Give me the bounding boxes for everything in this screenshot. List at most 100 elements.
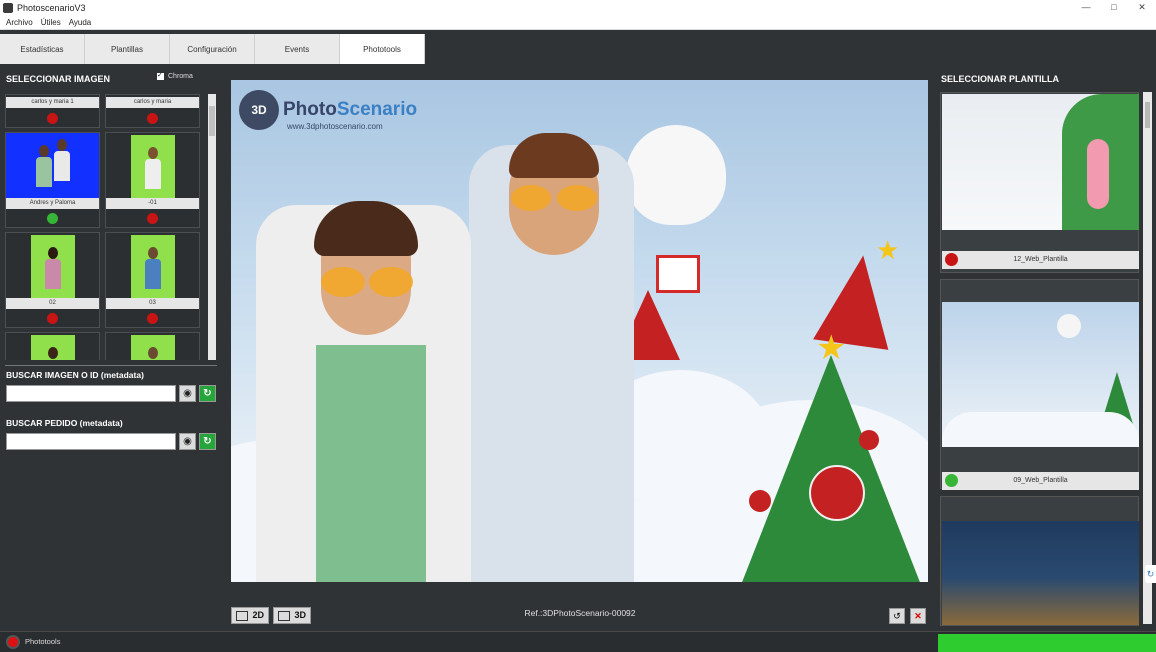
select-template-panel: SELECCIONAR PLANTILLA 12_Web_Plantilla 0… bbox=[935, 68, 1156, 630]
image-thumb-selected[interactable]: Andres y Paloma bbox=[5, 132, 100, 228]
flamingo-shape bbox=[1087, 139, 1109, 209]
girl-figure bbox=[256, 201, 471, 582]
close-button[interactable]: ✕ bbox=[1128, 0, 1156, 15]
balloon-shape bbox=[626, 125, 726, 225]
status-dot-red bbox=[945, 253, 958, 266]
progress-bar bbox=[938, 634, 1156, 652]
thumbnail-image bbox=[131, 135, 175, 199]
tab-estadisticas[interactable]: Estadísticas bbox=[0, 34, 85, 64]
watermark-url: www.3dphotoscenario.com bbox=[287, 122, 383, 131]
thumbnail-image bbox=[31, 235, 75, 299]
template-scrollbar[interactable] bbox=[1143, 92, 1152, 624]
search-image-input[interactable] bbox=[6, 385, 176, 402]
preview-panel: ★ ★ 3D PhotoScenario www.3dphotoscenario… bbox=[229, 68, 931, 630]
person-figure bbox=[143, 347, 163, 360]
status-dot-green bbox=[945, 474, 958, 487]
app-window: PhotoscenarioV3 — □ ✕ Archivo Útiles Ayu… bbox=[0, 0, 1156, 652]
chroma-label: Chroma bbox=[168, 73, 193, 80]
template-name-bar: 12_Web_Plantilla bbox=[942, 251, 1139, 269]
ornament-shape bbox=[749, 490, 771, 512]
reference-label: Ref.:3DPhotoScenario-00092 bbox=[524, 608, 636, 618]
refresh-icon[interactable]: ↻ bbox=[199, 385, 216, 402]
scrollbar-thumb[interactable] bbox=[209, 106, 215, 136]
thumbnail-image bbox=[31, 335, 75, 360]
search-order-input[interactable] bbox=[6, 433, 176, 450]
binoculars-icon[interactable]: ◉ bbox=[179, 433, 196, 450]
composite-preview-image[interactable]: ★ ★ 3D PhotoScenario www.3dphotoscenario… bbox=[231, 80, 928, 582]
star-icon: ★ bbox=[876, 235, 900, 265]
image-caption: carlos y maria bbox=[106, 97, 199, 108]
status-dot-red bbox=[147, 113, 158, 124]
scrollbar-thumb[interactable] bbox=[1145, 102, 1150, 128]
girl-hair bbox=[314, 201, 418, 256]
image-grid: carlos y maria 1 carlos y maria Andres y… bbox=[5, 94, 207, 360]
rotate-icon[interactable]: ↺ bbox=[889, 608, 905, 624]
camera-icon: 3D bbox=[239, 90, 279, 130]
select-image-title: SELECCIONAR IMAGEN bbox=[6, 74, 111, 84]
menu-archivo[interactable]: Archivo bbox=[6, 18, 33, 27]
cloud-shape bbox=[942, 412, 1139, 447]
menu-ayuda[interactable]: Ayuda bbox=[69, 18, 92, 27]
checkbox-check-icon bbox=[157, 71, 164, 80]
search-order-block: BUSCAR PEDIDO (metadata) ◉ ↻ bbox=[6, 418, 216, 450]
green-dress bbox=[316, 345, 426, 582]
status-label: Phototools bbox=[25, 637, 61, 646]
ornament-shape bbox=[809, 465, 865, 521]
sync-icon[interactable]: ↻ bbox=[1145, 565, 1156, 583]
status-bar: Phototools bbox=[0, 631, 1156, 652]
template-name: 12_Web_Plantilla bbox=[1013, 256, 1068, 263]
tab-phototools[interactable]: Phototools bbox=[340, 34, 425, 64]
template-card[interactable]: 09_Web_Plantilla bbox=[940, 279, 1139, 490]
sunglasses-icon bbox=[369, 267, 413, 297]
thumbnail-image bbox=[131, 335, 175, 360]
tab-configuracion[interactable]: Configuración bbox=[170, 34, 255, 64]
tab-events[interactable]: Events bbox=[255, 34, 340, 64]
status-dot-red bbox=[47, 313, 58, 324]
search-image-block: BUSCAR IMAGEN O ID (metadata) ◉ ↻ bbox=[6, 370, 216, 402]
thumbnail-image bbox=[131, 235, 175, 299]
image-thumb[interactable] bbox=[105, 332, 200, 360]
star-icon: ★ bbox=[816, 329, 847, 367]
select-image-panel: SELECCIONAR IMAGEN Chroma carlos y maria… bbox=[0, 68, 224, 630]
image-thumb[interactable]: 02 bbox=[5, 232, 100, 328]
person-figure bbox=[52, 139, 72, 189]
person-figure bbox=[34, 145, 54, 195]
person-figure bbox=[143, 247, 163, 297]
template-card[interactable]: 12_Web_Plantilla bbox=[940, 92, 1139, 273]
minimize-button[interactable]: — bbox=[1072, 0, 1100, 15]
image-caption: 02 bbox=[6, 298, 99, 309]
boy-figure bbox=[469, 133, 634, 582]
status-dot-red bbox=[47, 113, 58, 124]
template-name-bar: 09_Web_Plantilla bbox=[942, 472, 1139, 490]
image-thumb[interactable] bbox=[5, 332, 100, 360]
chroma-checkbox[interactable]: Chroma bbox=[157, 71, 193, 80]
window-title: PhotoscenarioV3 bbox=[17, 2, 86, 13]
progress-fill bbox=[938, 634, 1156, 652]
person-figure bbox=[43, 347, 63, 360]
delete-icon[interactable]: ✕ bbox=[910, 608, 926, 624]
image-grid-scrollbar[interactable] bbox=[208, 94, 216, 360]
sunglasses-icon bbox=[321, 267, 365, 297]
image-caption: Andres y Paloma bbox=[6, 198, 99, 209]
status-dot-red bbox=[147, 213, 158, 224]
watermark-logo: 3D PhotoScenario www.3dphotoscenario.com bbox=[239, 90, 418, 131]
title-bar: PhotoscenarioV3 — □ ✕ bbox=[0, 0, 1156, 15]
template-card[interactable] bbox=[940, 496, 1139, 626]
search-image-title: BUSCAR IMAGEN O ID (metadata) bbox=[6, 370, 144, 380]
image-thumb[interactable]: -01 bbox=[105, 132, 200, 228]
image-thumb[interactable]: 03 bbox=[105, 232, 200, 328]
image-thumb[interactable]: carlos y maria 1 bbox=[5, 94, 100, 128]
search-order-title: BUSCAR PEDIDO (metadata) bbox=[6, 418, 123, 428]
gift-box-shape bbox=[656, 255, 700, 293]
watermark-brand: PhotoScenario bbox=[283, 99, 418, 120]
image-thumb[interactable]: carlos y maria bbox=[105, 94, 200, 128]
image-caption: carlos y maria 1 bbox=[6, 97, 99, 108]
binoculars-icon[interactable]: ◉ bbox=[179, 385, 196, 402]
maximize-button[interactable]: □ bbox=[1100, 0, 1128, 15]
ornament-shape bbox=[859, 430, 879, 450]
tab-plantillas[interactable]: Plantillas bbox=[85, 34, 170, 64]
sunglasses-icon bbox=[511, 185, 551, 211]
menu-utiles[interactable]: Útiles bbox=[41, 18, 61, 27]
refresh-icon[interactable]: ↻ bbox=[199, 433, 216, 450]
divider bbox=[5, 365, 217, 366]
